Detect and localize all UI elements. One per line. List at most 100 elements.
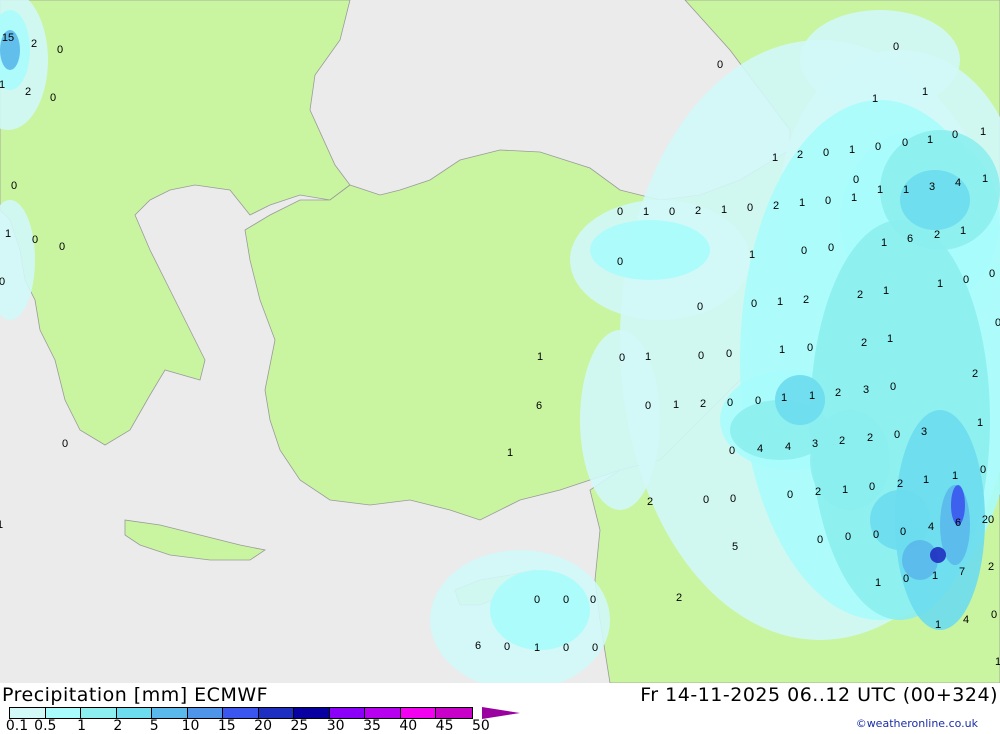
station-value: 2 bbox=[797, 149, 803, 161]
legend-swatch bbox=[329, 708, 365, 718]
station-value: 0 bbox=[747, 202, 753, 214]
legend-swatch bbox=[10, 708, 46, 718]
station-value: 1 bbox=[534, 642, 540, 654]
legend-tick: 5 bbox=[149, 718, 159, 734]
station-value: 0 bbox=[697, 301, 703, 313]
station-value: 1 bbox=[935, 619, 941, 631]
station-value: 1 bbox=[537, 351, 543, 363]
station-value: 0 bbox=[57, 44, 63, 56]
station-value: 1 bbox=[749, 249, 755, 261]
precip-area bbox=[930, 547, 946, 563]
station-value: 0 bbox=[875, 141, 881, 153]
station-value: 1 bbox=[777, 296, 783, 308]
station-value: 0 bbox=[729, 445, 735, 457]
station-value: 0 bbox=[787, 489, 793, 501]
legend-ticks: 0.1 0.5 1 2 5 10 15 20 25 30 35 40 45 50 bbox=[0, 718, 520, 734]
station-value: 1 bbox=[877, 184, 883, 196]
station-value: 0 bbox=[963, 274, 969, 286]
station-value: 0 bbox=[995, 317, 1000, 329]
station-value: 1 bbox=[932, 570, 938, 582]
station-value: 1 bbox=[922, 86, 928, 98]
legend-swatch bbox=[116, 708, 152, 718]
station-value: 0 bbox=[32, 234, 38, 246]
legend-tick: 50 bbox=[471, 718, 490, 734]
station-value: 1 bbox=[507, 447, 513, 459]
station-value: 6 bbox=[536, 400, 542, 412]
station-value: 0 bbox=[703, 494, 709, 506]
station-value: 0 bbox=[730, 493, 736, 505]
station-value: 1 bbox=[903, 184, 909, 196]
station-value: 0 bbox=[617, 256, 623, 268]
legend-tick: 35 bbox=[363, 718, 381, 734]
station-value: 1 bbox=[0, 519, 3, 531]
station-value: 2 bbox=[861, 337, 867, 349]
station-value: 0 bbox=[727, 397, 733, 409]
station-value: 1 bbox=[849, 144, 855, 156]
legend-tick: 2 bbox=[113, 718, 123, 734]
legend-tick: 40 bbox=[399, 718, 418, 734]
station-value: 1 bbox=[980, 126, 986, 138]
station-value: 0 bbox=[828, 242, 834, 254]
station-value: 4 bbox=[963, 614, 969, 626]
station-value: 6 bbox=[475, 640, 481, 652]
precip-area bbox=[490, 570, 590, 650]
station-value: 0 bbox=[504, 641, 510, 653]
station-value: 0 bbox=[669, 206, 675, 218]
legend-swatch bbox=[152, 708, 188, 718]
station-value: 1 bbox=[881, 237, 887, 249]
station-value: 1 bbox=[927, 134, 933, 146]
legend-swatch bbox=[258, 708, 294, 718]
station-value: 0 bbox=[845, 531, 851, 543]
station-value: 6 bbox=[955, 517, 961, 529]
station-value: 1 bbox=[772, 152, 778, 164]
station-value: 1 bbox=[952, 470, 958, 482]
station-value: 1 bbox=[5, 228, 11, 240]
station-value: 2 bbox=[897, 478, 903, 490]
station-value: 2 bbox=[839, 435, 845, 447]
station-value: 5 bbox=[732, 541, 738, 553]
credit-link[interactable]: ©weatheronline.co.uk bbox=[856, 717, 978, 730]
legend-swatch bbox=[294, 708, 330, 718]
station-value: 0 bbox=[869, 481, 875, 493]
station-value: 15 bbox=[2, 32, 14, 44]
station-value: 2 bbox=[857, 289, 863, 301]
station-value: 0 bbox=[894, 429, 900, 441]
station-value: 0 bbox=[890, 381, 896, 393]
legend-swatch bbox=[400, 708, 436, 718]
station-value: 1 bbox=[977, 417, 983, 429]
station-value: 0 bbox=[50, 92, 56, 104]
station-value: 0 bbox=[717, 59, 723, 71]
station-value: 2 bbox=[31, 38, 37, 50]
station-value: 0 bbox=[903, 573, 909, 585]
station-value: 3 bbox=[863, 384, 869, 396]
station-value: 1 bbox=[982, 173, 988, 185]
station-value: 0 bbox=[823, 147, 829, 159]
station-value: 1 bbox=[883, 285, 889, 297]
station-value: 20 bbox=[982, 514, 994, 526]
station-value: 4 bbox=[955, 177, 961, 189]
legend-swatch bbox=[436, 708, 472, 718]
station-value: 1 bbox=[923, 474, 929, 486]
precip-area bbox=[810, 410, 890, 510]
legend-tick: 1 bbox=[77, 718, 87, 734]
station-value: 1 bbox=[937, 278, 943, 290]
station-value: 1 bbox=[645, 351, 651, 363]
precip-area bbox=[590, 220, 710, 280]
station-value: 1 bbox=[875, 577, 881, 589]
station-value: 2 bbox=[934, 229, 940, 241]
station-value: 0 bbox=[991, 609, 997, 621]
station-value: 1 bbox=[799, 197, 805, 209]
legend-tick: 30 bbox=[326, 718, 345, 734]
station-value: 2 bbox=[815, 486, 821, 498]
footer: Precipitation [mm] ECMWF Fr 14-11-2025 0… bbox=[0, 683, 1000, 734]
station-value: 0 bbox=[902, 137, 908, 149]
station-value: 0 bbox=[980, 464, 986, 476]
station-value: 1 bbox=[673, 399, 679, 411]
station-value: 0 bbox=[726, 348, 732, 360]
precip-area bbox=[800, 10, 960, 110]
station-value: 0 bbox=[952, 129, 958, 141]
station-value: 0 bbox=[619, 352, 625, 364]
station-value: 0 bbox=[563, 594, 569, 606]
legend-tick: 25 bbox=[290, 718, 309, 734]
station-value: 2 bbox=[972, 368, 978, 380]
